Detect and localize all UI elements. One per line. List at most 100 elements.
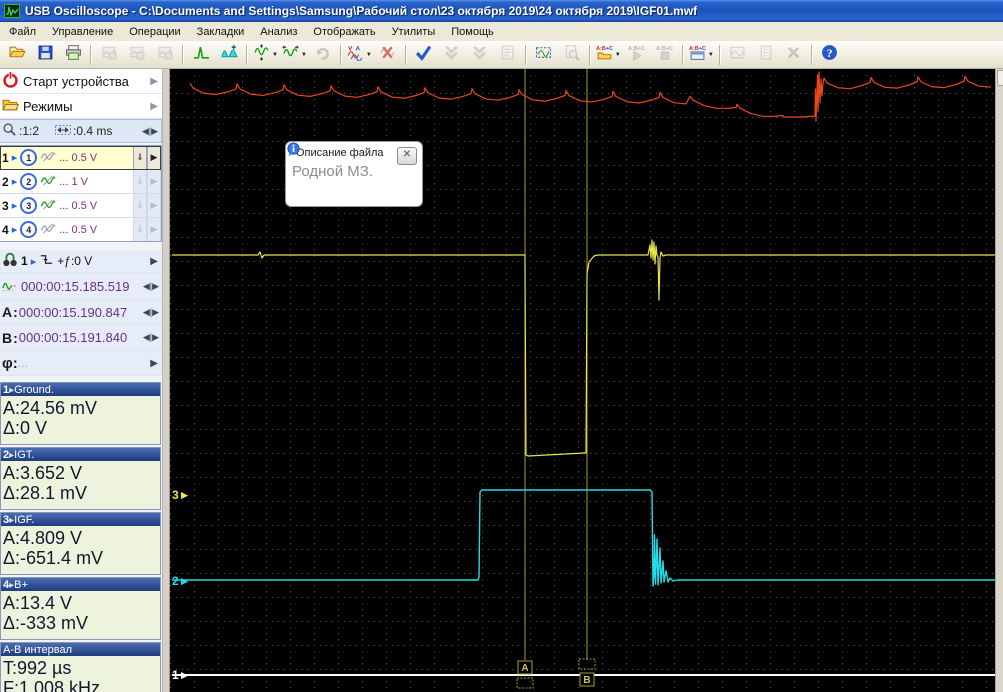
pulse-view-button[interactable] <box>187 42 215 68</box>
menu-control[interactable]: Управление <box>44 23 121 41</box>
time-position-row[interactable]: 000:00:15.185.519 ◀|▶ <box>0 273 162 300</box>
svg-text:?: ? <box>827 46 833 59</box>
arrow-icon <box>31 254 37 268</box>
panel-header: A-B интервал <box>1 643 160 656</box>
measure-panel-ground: 1Ground.A:24.56 mVΔ:0 V <box>0 382 161 445</box>
accept-check-icon <box>415 44 432 66</box>
chevron-right-icon[interactable]: ▶ <box>150 358 160 369</box>
oscilloscope-display[interactable]: 3►2►1►AB Описание файла ✕ Родной МЗ. <box>170 69 995 692</box>
help-button[interactable]: ? <box>816 42 844 68</box>
channel-block: 11... 0.5 V⇓▶22... 1 V⇓▶33... 0.5 V⇓▶44.… <box>0 145 162 242</box>
title-bar[interactable]: USB Oscilloscope - C:\Documents and Sett… <box>0 0 1003 22</box>
trigger-level-value: +ƒ:0 V <box>57 254 92 268</box>
undo-icon <box>314 44 331 66</box>
sine-icon <box>40 149 56 167</box>
channel-row-2[interactable]: 22... 1 V⇓▶ <box>0 170 161 194</box>
measure-panel-b+: 4B+A:13.4 VΔ:-333 mV <box>0 577 161 640</box>
panel-title: Ground. <box>14 384 54 396</box>
cursor-b-row[interactable]: B: 000:00:15.191.840 ◀|▶ <box>0 325 162 351</box>
open-file-button[interactable] <box>3 42 31 68</box>
scale-vertical-button[interactable]: ▼ <box>251 42 280 68</box>
chevron-right-icon[interactable]: ▶ <box>150 76 160 87</box>
save-file-button[interactable] <box>31 42 59 68</box>
channel-expand-button: ▶ <box>147 194 161 217</box>
dropdown-arrow-icon[interactable]: ▼ <box>708 52 714 58</box>
dropdown-arrow-icon[interactable]: ▼ <box>272 52 278 58</box>
panel-title: IGF. <box>14 514 34 526</box>
modes-folder-icon <box>2 96 19 116</box>
measurement-panels: 1Ground.A:24.56 mVΔ:0 V2IGT.A:3.652 VΔ:2… <box>0 380 162 692</box>
channel-marker-2[interactable]: 2► <box>172 574 191 588</box>
menu-bookmarks[interactable]: Закладки <box>189 23 253 41</box>
save-image-2-icon <box>129 44 146 66</box>
channel-marker-1[interactable]: 1► <box>172 668 191 682</box>
cursor-b-nav-arrows[interactable]: ◀|▶ <box>143 332 160 343</box>
save-image-3-icon <box>157 44 174 66</box>
toolbar-separator <box>182 45 184 65</box>
scale-horizontal-icon <box>282 44 299 66</box>
trigger-row[interactable]: 1 +ƒ:0 V ▶ <box>0 250 162 273</box>
cursor-a-row[interactable]: A: 000:00:15.190.847 ◀|▶ <box>0 300 162 325</box>
channel-number: 1 <box>2 151 9 165</box>
modes-button[interactable]: Режимы ▶ <box>0 94 162 119</box>
channel-scale-value: ... 0.5 V <box>59 224 97 236</box>
channel-row-3[interactable]: 33... 0.5 V⇓▶ <box>0 194 161 218</box>
accept-check-button[interactable] <box>410 42 438 68</box>
measure-panel-a-b: A-B интервалT:992 µsF:1.008 kHz <box>0 642 161 692</box>
measure-panel-igf: 3IGF.A:4.809 VΔ:-651.4 mV <box>0 512 161 575</box>
phi-label: φ: <box>2 355 18 372</box>
menu-utilities[interactable]: Утилиты <box>384 23 444 41</box>
channel-row-4[interactable]: 44... 0.5 V⇓▶ <box>0 218 161 241</box>
zoom-row[interactable]: :1:2 :0.4 ms ◀|▶ <box>0 119 162 143</box>
scrollbar-thumb[interactable] <box>997 70 1003 86</box>
measure-value: Δ:28.1 mV <box>3 483 160 503</box>
panel-title: B+ <box>14 579 28 591</box>
menu-view[interactable]: Отображать <box>305 23 383 41</box>
wave-edit-button[interactable] <box>215 42 243 68</box>
zoom-ratio-value: :1:2 <box>19 124 39 138</box>
toolbar-separator <box>405 45 407 65</box>
channel-row-1[interactable]: 11... 0.5 V⇓▶ <box>0 146 161 170</box>
menu-help[interactable]: Помощь <box>443 23 502 41</box>
app-icon <box>4 3 20 19</box>
select-region-button[interactable] <box>530 42 558 68</box>
cursor-a-nav-arrows[interactable]: ◀|▶ <box>143 307 160 318</box>
scale-horizontal-button[interactable]: ▼ <box>280 42 309 68</box>
cursor-a-label: A <box>2 304 12 320</box>
panel-values: A:24.56 mVΔ:0 V <box>1 396 160 444</box>
clear-waves-button[interactable] <box>374 42 402 68</box>
search-file-button <box>558 42 586 68</box>
sidebar-splitter[interactable] <box>162 69 170 692</box>
channel-level-button: ⇓ <box>133 194 147 217</box>
dropdown-arrow-icon[interactable]: ▼ <box>301 52 307 58</box>
svg-text:A:B+C: A:B+C <box>596 45 613 51</box>
channel-expand-button[interactable]: ▶ <box>147 146 161 169</box>
overlay-mode-button[interactable]: VA▼ <box>345 42 374 68</box>
menu-operations[interactable]: Операции <box>121 23 188 41</box>
start-device-button[interactable]: Старт устройства ▶ <box>0 69 162 94</box>
menu-file[interactable]: Файл <box>1 23 44 41</box>
channel-scale-value: ... 0.5 V <box>59 200 97 212</box>
chevron-right-icon[interactable]: ▶ <box>150 256 160 267</box>
search-file-icon <box>563 44 580 66</box>
zoom-nav-arrows[interactable]: ◀|▶ <box>142 126 159 137</box>
save-image-3-button <box>151 42 179 68</box>
phase-row[interactable]: φ: ... ▶ <box>0 351 162 376</box>
abc-panel-button[interactable]: A:B+C▼ <box>687 42 716 68</box>
channel-level-button[interactable]: ⇓ <box>133 146 147 169</box>
menu-analysis[interactable]: Анализ <box>252 23 305 41</box>
svg-text:A: A <box>355 45 360 52</box>
time-nav-arrows[interactable]: ◀|▶ <box>143 281 160 292</box>
chevron-right-icon[interactable]: ▶ <box>150 101 160 112</box>
scope-scrollbar[interactable] <box>995 69 1003 692</box>
abc-play-button: A:B+C <box>623 42 651 68</box>
print-button[interactable] <box>59 42 87 68</box>
close-icon[interactable]: ✕ <box>397 147 417 165</box>
abc-open-button[interactable]: A:B+C▼ <box>594 42 623 68</box>
time-div-icon <box>55 123 71 140</box>
panel-header: 2IGT. <box>1 448 160 461</box>
dropdown-arrow-icon[interactable]: ▼ <box>366 52 372 58</box>
channel-marker-3[interactable]: 3► <box>172 488 191 502</box>
dropdown-arrow-icon[interactable]: ▼ <box>615 52 621 58</box>
abc-play-icon: A:B+C <box>628 44 645 66</box>
